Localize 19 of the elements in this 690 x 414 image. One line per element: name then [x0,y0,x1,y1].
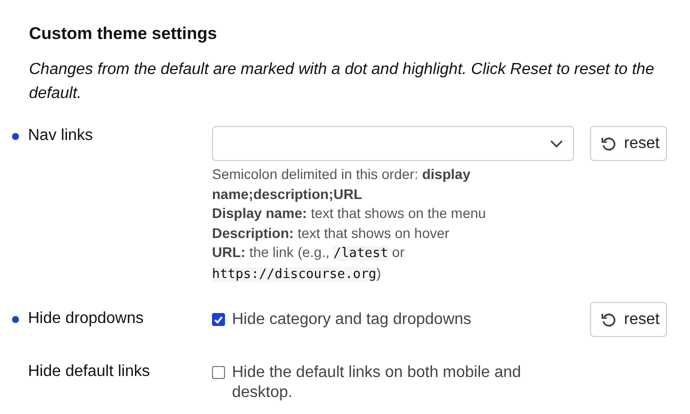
checkbox-label: Hide category and tag dropdowns [232,310,472,330]
help-text: Description: text that shows on hover [212,224,450,243]
reset-button[interactable]: reset [590,126,667,161]
reset-button[interactable]: reset [590,302,667,337]
dropdown-field[interactable] [212,126,574,161]
checkbox-label: Hide the default links on both mobile and desktop. [232,363,522,403]
help-text: Semicolon delimited in this order: display name;description;URL [212,165,472,204]
setting-label: Hide default links [28,363,150,381]
setting-label: Nav links [28,127,93,145]
chevron-down-icon [550,140,563,148]
undo-icon [601,136,616,151]
checkbox[interactable] [212,313,225,326]
settings-description: Changes from the default are marked with a dot and highlight. Click Reset to reset to the default. [29,60,656,104]
checkbox[interactable] [212,366,225,379]
help-text: URL: the link (e.g., /latest or https://discourse.org) [212,243,406,284]
undo-icon [601,312,616,327]
setting-label: Hide dropdowns [28,310,144,328]
help-text: Display name: text that shows on the menu [212,204,487,223]
section-title: Custom theme settings [29,24,218,44]
